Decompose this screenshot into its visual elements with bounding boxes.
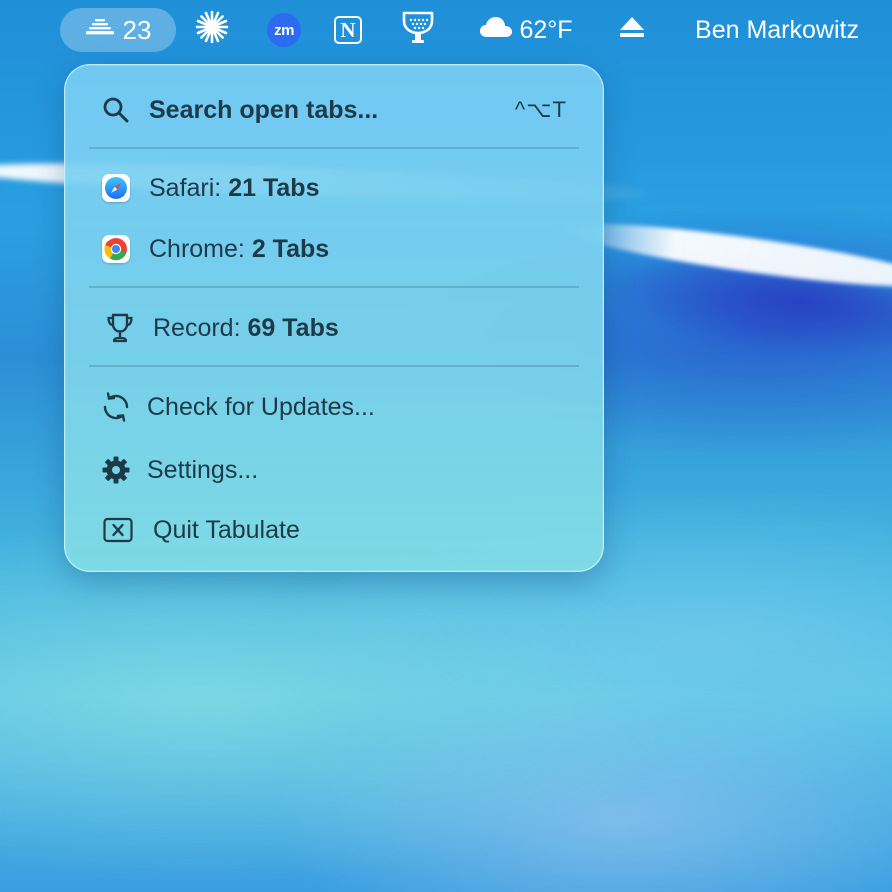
weather-temperature: 62°F (519, 15, 573, 44)
browser-item-safari[interactable]: Safari: 21 Tabs (65, 163, 603, 213)
record-tab-count: 69 Tabs (247, 313, 339, 342)
gear-icon (101, 455, 131, 485)
browser-label: Safari: 21 Tabs (149, 174, 319, 203)
refresh-icon (101, 392, 131, 422)
burst-status-button[interactable] (192, 8, 232, 52)
tabulate-stack-icon (85, 16, 115, 45)
safari-icon (101, 173, 131, 203)
browser-tab-count: 2 Tabs (251, 234, 330, 263)
notion-status-button[interactable]: N (328, 8, 368, 52)
browser-name: Chrome: (149, 234, 245, 263)
notion-icon: N (334, 16, 362, 44)
zoom-icon-label: zm (274, 21, 294, 39)
user-name-menu[interactable]: Ben Markowitz (684, 8, 870, 52)
check-for-updates-label: Check for Updates... (147, 392, 375, 421)
menu-separator (89, 286, 579, 288)
trophy-icon (105, 313, 135, 343)
weather-status-button[interactable]: 62°F (474, 8, 578, 52)
record-item: Record: 69 Tabs (65, 303, 603, 353)
browser-label: Chrome: 2 Tabs (149, 235, 329, 264)
burst-icon (195, 10, 229, 51)
browser-tab-count: 21 Tabs (228, 173, 320, 202)
wallpaper-streak (559, 211, 892, 299)
search-icon (101, 95, 131, 125)
record-label: Record: 69 Tabs (153, 314, 339, 343)
search-open-tabs-item[interactable]: Search open tabs... ^⌥T (65, 85, 603, 135)
eject-icon (619, 16, 645, 45)
menu-separator (89, 147, 579, 149)
tabulate-dropdown-menu: Search open tabs... ^⌥T Safari: 21 Tabs … (64, 64, 604, 572)
zoom-status-button[interactable]: zm (264, 8, 304, 52)
cloud-icon (479, 15, 513, 46)
quit-tabulate-label: Quit Tabulate (153, 515, 300, 544)
cup-status-button[interactable] (398, 8, 438, 52)
cup-icon (402, 10, 434, 51)
search-label: Search open tabs... (149, 95, 379, 124)
record-name: Record: (153, 313, 241, 342)
chrome-icon (101, 234, 131, 264)
wallpaper-shadow (596, 244, 892, 370)
search-shortcut: ^⌥T (514, 97, 567, 122)
tabulate-menu-button[interactable]: 23 (60, 8, 176, 52)
settings-label: Settings... (147, 455, 259, 484)
eject-status-button[interactable] (612, 8, 652, 52)
check-for-updates-item[interactable]: Check for Updates... (65, 382, 603, 432)
browser-name: Safari: (149, 173, 222, 202)
browser-item-chrome[interactable]: Chrome: 2 Tabs (65, 224, 603, 274)
menu-bar: 23 zm N 62°F Ben Markowitz (0, 0, 892, 60)
notion-icon-label: N (340, 17, 356, 42)
tabulate-tab-count: 23 (122, 14, 152, 45)
zoom-icon: zm (267, 13, 301, 47)
menu-separator (89, 365, 579, 367)
settings-item[interactable]: Settings... (65, 445, 603, 495)
quit-tabulate-item[interactable]: Quit Tabulate (65, 505, 603, 555)
close-box-icon (103, 515, 133, 545)
